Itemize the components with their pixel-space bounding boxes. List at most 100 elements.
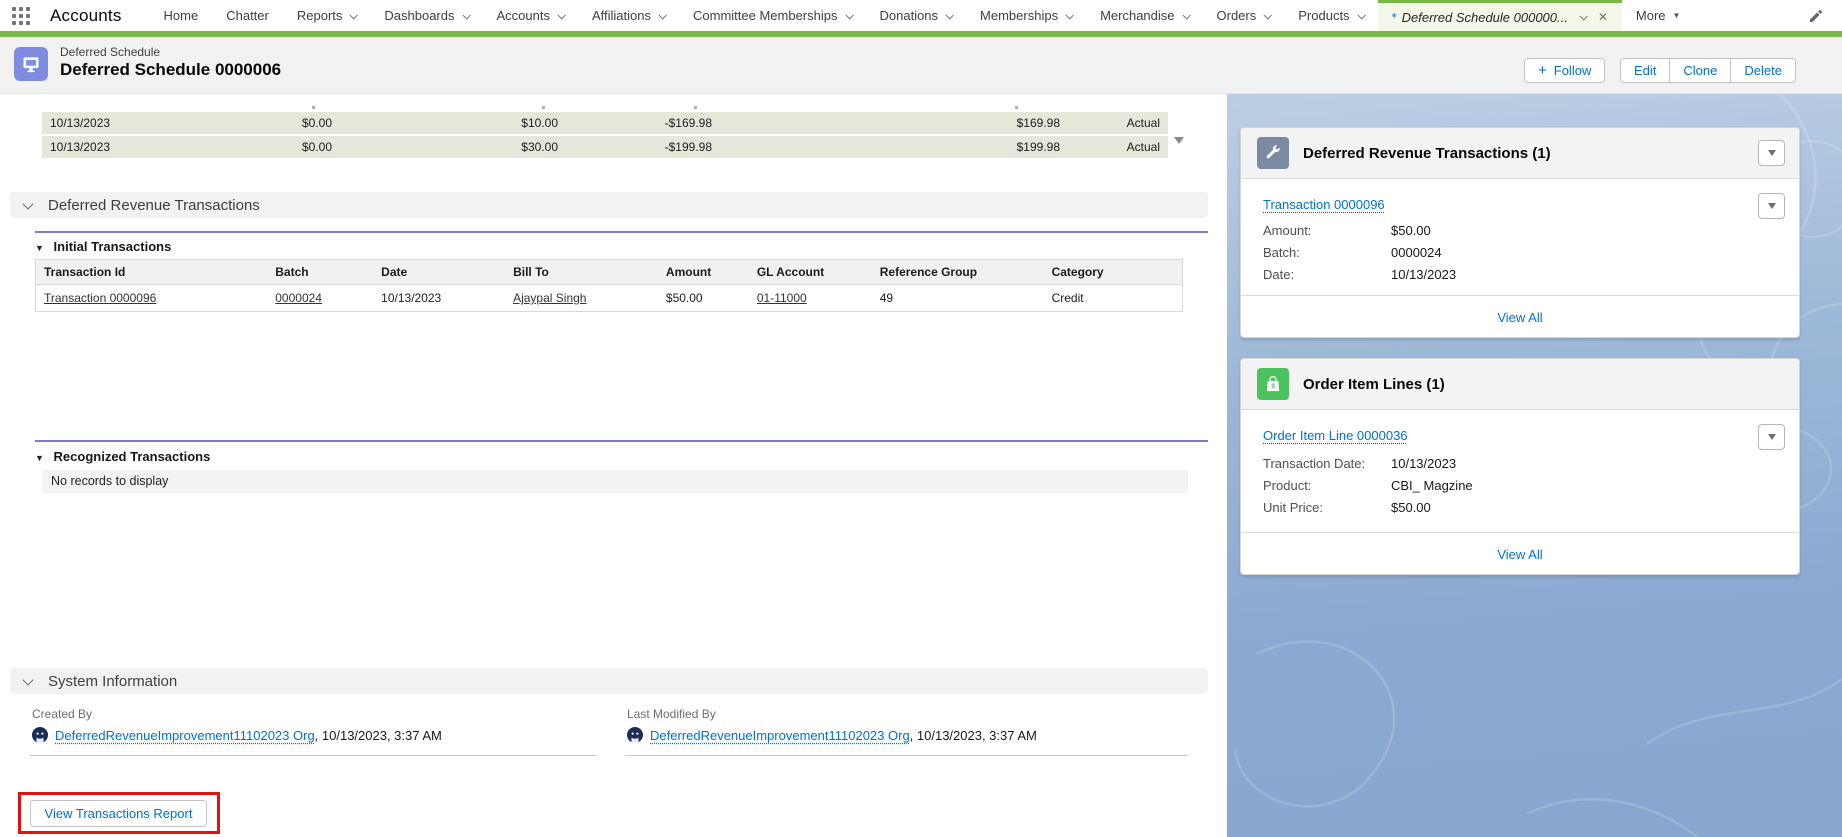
triangle-down-icon: ▼: [1673, 11, 1681, 20]
nav-tab-accounts[interactable]: Accounts: [483, 0, 578, 31]
chevron-down-icon: [1357, 11, 1365, 19]
nav-tab-affiliations[interactable]: Affiliations: [578, 0, 679, 31]
last-modified-by-user-link[interactable]: DeferredRevenueImprovement11102023 Org: [650, 728, 910, 743]
cell-amount: $50.00: [658, 285, 749, 312]
chevron-down-icon: [658, 11, 666, 19]
row-menu-button[interactable]: [1758, 424, 1785, 450]
created-by-label: Created By: [32, 707, 92, 721]
schedule-table-row: 10/13/2023 $0.00 $30.00 -$199.98 $199.98…: [42, 136, 1168, 158]
related-card-deferred-revenue-transactions: Deferred Revenue Transactions (1) Transa…: [1240, 127, 1800, 338]
chevron-down-icon[interactable]: [1579, 12, 1587, 20]
view-transactions-report-button[interactable]: View Transactions Report: [30, 800, 207, 827]
nav-tab-reports[interactable]: Reports: [283, 0, 371, 31]
chevron-down-icon: [845, 11, 853, 19]
card-header[interactable]: $ Order Item Lines (1): [1241, 359, 1799, 410]
plus-icon: +: [1538, 62, 1547, 79]
row-menu-button[interactable]: [1758, 193, 1785, 219]
transaction-link[interactable]: Transaction 0000096: [44, 291, 156, 305]
col-category: Category: [1044, 260, 1183, 285]
field-underline: [30, 755, 597, 756]
chevron-down-icon: [350, 11, 358, 19]
chevron-down-icon: [22, 198, 33, 209]
recognized-transactions-toggle[interactable]: ▼ Recognized Transactions: [35, 449, 210, 464]
table-scroll-dots: [312, 106, 315, 109]
app-name: Accounts: [50, 6, 122, 26]
close-icon[interactable]: ✕: [1598, 10, 1608, 24]
triangle-down-icon: [1768, 150, 1776, 156]
desktop-record-icon: [14, 47, 48, 81]
col-date: Date: [373, 260, 505, 285]
nav-tab-home[interactable]: Home: [150, 0, 213, 31]
section-divider: [35, 231, 1208, 233]
nav-more-menu[interactable]: More▼: [1622, 0, 1695, 31]
card-body: Order Item Line 0000036 Transaction Date…: [1241, 410, 1799, 532]
card-header[interactable]: Deferred Revenue Transactions (1): [1241, 128, 1799, 179]
section-divider: [35, 440, 1208, 442]
nav-tab-merchandise[interactable]: Merchandise: [1086, 0, 1202, 31]
section-system-information[interactable]: System Information: [10, 668, 1208, 694]
table-header-row: Transaction Id Batch Date Bill To Amount…: [36, 260, 1183, 285]
nav-tab-orders[interactable]: Orders: [1203, 0, 1285, 31]
shopping-bag-icon: $: [1257, 368, 1289, 400]
empty-state-message: No records to display: [42, 470, 1188, 493]
table-scroll-dots: [694, 106, 697, 109]
nav-tab-dashboards[interactable]: Dashboards: [370, 0, 482, 31]
related-card-order-item-lines: $ Order Item Lines (1) Order Item Line 0…: [1240, 358, 1800, 575]
transaction-record-link[interactable]: Transaction 0000096: [1263, 197, 1385, 212]
batch-link[interactable]: 0000024: [275, 291, 322, 305]
view-all-link[interactable]: View All: [1241, 532, 1799, 576]
page-title: Deferred Schedule 0000006: [60, 60, 281, 80]
triangle-down-icon: [1768, 434, 1776, 440]
batch-record-link[interactable]: 0000024: [1391, 245, 1442, 260]
triangle-down-icon: ▼: [35, 243, 44, 253]
initial-transactions-table: Transaction Id Batch Date Bill To Amount…: [35, 259, 1183, 312]
org-avatar-icon: [32, 727, 48, 743]
card-title: Deferred Revenue Transactions (1): [1303, 145, 1551, 162]
last-modified-by-label: Last Modified By: [627, 707, 716, 721]
nav-tab-donations[interactable]: Donations: [866, 0, 967, 31]
edit-nav-pencil-icon[interactable]: [1808, 8, 1824, 24]
triangle-down-icon: ▼: [35, 453, 44, 463]
col-transaction-id: Transaction Id: [36, 260, 268, 285]
chevron-down-icon: [462, 11, 470, 19]
org-avatar-icon: [627, 727, 643, 743]
record-action-buttons: Edit Clone Delete: [1620, 58, 1796, 83]
col-reference-group: Reference Group: [872, 260, 1044, 285]
product-record-link[interactable]: CBI_ Magzine: [1391, 478, 1473, 493]
card-menu-button[interactable]: [1758, 140, 1785, 166]
chevron-down-icon: [557, 11, 565, 19]
section-deferred-revenue-transactions[interactable]: Deferred Revenue Transactions: [10, 192, 1208, 218]
nav-tab-committee-memberships[interactable]: Committee Memberships: [679, 0, 866, 31]
app-launcher-icon[interactable]: [12, 7, 30, 25]
chevron-down-icon: [1264, 11, 1272, 19]
nav-tab-deferred-schedule-active[interactable]: * Deferred Schedule 000000... ✕: [1378, 0, 1622, 31]
nav-tab-bar: Home Chatter Reports Dashboards Accounts…: [150, 0, 1808, 31]
chevron-down-icon: [946, 11, 954, 19]
triangle-down-icon: [1768, 203, 1776, 209]
scroll-down-arrow-icon[interactable]: [1174, 137, 1184, 144]
edit-button[interactable]: Edit: [1620, 58, 1670, 83]
card-title: Order Item Lines (1): [1303, 376, 1445, 393]
order-item-line-record-link[interactable]: Order Item Line 0000036: [1263, 428, 1408, 443]
initial-transactions-toggle[interactable]: ▼ Initial Transactions: [35, 239, 171, 254]
nav-tab-chatter[interactable]: Chatter: [212, 0, 283, 31]
delete-button[interactable]: Delete: [1730, 58, 1796, 83]
table-scroll-dots: [1015, 106, 1018, 109]
svg-text:$: $: [1271, 383, 1275, 390]
nav-tab-products[interactable]: Products: [1284, 0, 1377, 31]
wrench-icon: [1257, 137, 1289, 169]
gl-account-link[interactable]: 01-11000: [757, 291, 807, 305]
clone-button[interactable]: Clone: [1669, 58, 1731, 83]
follow-button[interactable]: + Follow: [1524, 58, 1605, 83]
col-amount: Amount: [658, 260, 749, 285]
created-by-value: DeferredRevenueImprovement11102023 Org ,…: [32, 727, 442, 743]
salesforce-record-page: Accounts Home Chatter Reports Dashboards…: [0, 0, 1842, 837]
nav-tab-memberships[interactable]: Memberships: [966, 0, 1086, 31]
created-by-user-link[interactable]: DeferredRevenueImprovement11102023 Org: [55, 728, 315, 743]
table-row: Transaction 0000096 0000024 10/13/2023 A…: [36, 285, 1183, 312]
bill-to-link[interactable]: Ajaypal Singh: [513, 291, 586, 305]
view-all-link[interactable]: View All: [1241, 295, 1799, 339]
col-batch: Batch: [267, 260, 373, 285]
unsaved-indicator: *: [1392, 10, 1397, 25]
brand-color-bar: [0, 31, 1842, 37]
